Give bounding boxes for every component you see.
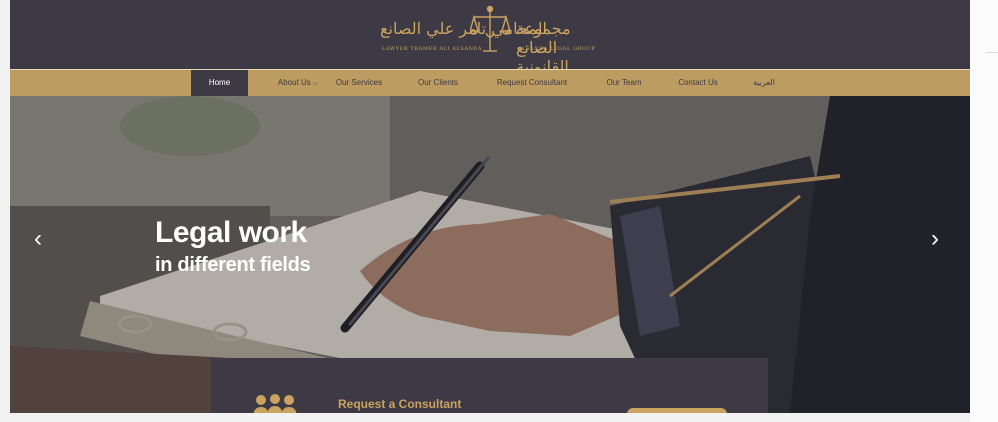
- nav-home[interactable]: Home: [191, 70, 248, 96]
- nav-team-label: Our Team: [606, 78, 642, 87]
- site-logo[interactable]: المحامي تامر علي الصانع LAWYER TRAMER AL…: [380, 5, 600, 76]
- scales-of-justice-icon: [470, 5, 510, 52]
- nav-our-clients[interactable]: Our Clients: [406, 70, 470, 96]
- consultation-card: Request a Consultant: [211, 358, 768, 413]
- hero-subtitle: in different fields: [155, 254, 311, 276]
- hero-title: Legal work: [155, 216, 307, 249]
- main-navigation: Home About Us ⌵ Our Services Our Clients …: [10, 69, 970, 96]
- hero-slider: ‹ › Legal work in different fields Reque…: [10, 96, 970, 413]
- nav-request-consultant[interactable]: Request Consultant: [486, 70, 578, 96]
- nav-services-label: Our Services: [335, 78, 383, 87]
- site-header: المحامي تامر علي الصانع LAWYER TRAMER AL…: [10, 0, 970, 76]
- nav-about-label: About Us: [277, 78, 311, 87]
- chevron-down-icon: ⌵: [312, 80, 319, 87]
- nav-arabic-label: العربية: [753, 78, 775, 87]
- chevron-left-icon[interactable]: ‹: [28, 224, 48, 254]
- nav-home-label: Home: [208, 78, 231, 87]
- nav-request-label: Request Consultant: [496, 78, 568, 87]
- page-scroll-area: [970, 0, 998, 422]
- nav-contact-us[interactable]: Contact Us: [668, 70, 728, 96]
- people-group-icon: [253, 394, 297, 413]
- site-frame: المحامي تامر علي الصانع LAWYER TRAMER AL…: [10, 0, 970, 413]
- consultation-button[interactable]: [627, 408, 727, 413]
- divider: [986, 52, 998, 53]
- logo-latin-name: LAWYER TRAMER ALI ALSANEA: [382, 46, 483, 52]
- logo-latin-group: ALSANEA LEGAL GROUP: [518, 46, 596, 52]
- nav-clients-label: Our Clients: [417, 78, 458, 87]
- chevron-right-icon[interactable]: ›: [925, 224, 945, 254]
- nav-contact-label: Contact Us: [678, 78, 718, 87]
- nav-arabic-language[interactable]: العربية: [742, 70, 786, 96]
- nav-our-services[interactable]: Our Services: [326, 70, 392, 96]
- consultation-label: Request a Consultant: [338, 397, 462, 411]
- nav-our-team[interactable]: Our Team: [594, 70, 654, 96]
